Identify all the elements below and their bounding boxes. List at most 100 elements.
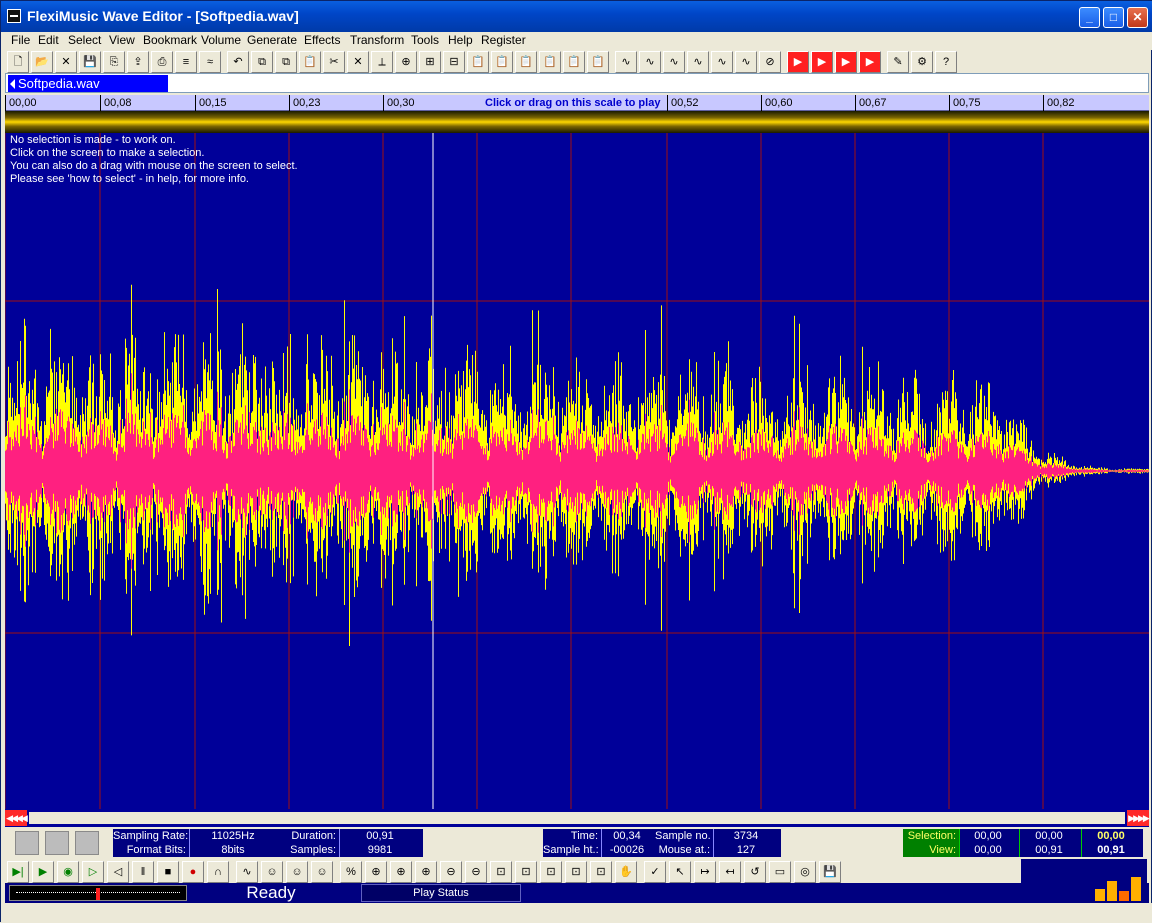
people3-icon[interactable]: ☺ [311, 861, 333, 883]
save-as-icon[interactable]: ⎘ [103, 51, 125, 73]
zoom-in-v-icon[interactable]: ⊕ [365, 861, 387, 883]
menu-file[interactable]: File [11, 33, 30, 47]
channel-box[interactable] [45, 831, 69, 855]
maximize-button[interactable]: □ [1103, 7, 1124, 28]
reverse-icon[interactable]: ∿ [639, 51, 661, 73]
open-icon[interactable]: 📂 [31, 51, 53, 73]
cut-icon[interactable]: ✂ [323, 51, 345, 73]
play-forward-icon[interactable]: ▶ [835, 51, 857, 73]
menu-edit[interactable]: Edit [38, 33, 59, 47]
hand-icon[interactable]: ✋ [615, 861, 637, 883]
normalize-icon[interactable]: ∿ [615, 51, 637, 73]
zoom-prev-icon[interactable]: ⊡ [540, 861, 562, 883]
trim-icon[interactable]: ⟂ [371, 51, 393, 73]
new-file-icon[interactable]: 🗋 [7, 51, 29, 73]
horizontal-scroll[interactable]: ◀◀◀◀ ▶▶▶▶ [5, 809, 1150, 827]
stop-icon[interactable]: ■ [157, 861, 179, 883]
play-end-icon[interactable]: ▶ [859, 51, 881, 73]
mark-start-icon[interactable]: ↦ [694, 861, 716, 883]
copy-new-icon[interactable]: 📋 [539, 51, 561, 73]
scroll-left-icon[interactable]: ◀◀◀◀ [5, 810, 28, 826]
copy-icon[interactable]: ⧉ [251, 51, 273, 73]
save-icon[interactable]: 💾 [79, 51, 101, 73]
paste-icon[interactable]: 📋 [299, 51, 321, 73]
zoom-in2-icon[interactable]: ⊕ [415, 861, 437, 883]
undo-mark-icon[interactable]: ↺ [744, 861, 766, 883]
play-from-start-icon[interactable]: ▶| [7, 861, 29, 883]
waveform-canvas[interactable]: No selection is made - to work on. Click… [4, 133, 1149, 809]
menu-generate[interactable]: Generate [247, 33, 297, 47]
copy2-icon[interactable]: ⧉ [275, 51, 297, 73]
play-next-icon[interactable]: ▶ [811, 51, 833, 73]
channel-box[interactable] [15, 831, 39, 855]
close-file-icon[interactable]: ✕ [55, 51, 77, 73]
menu-effects[interactable]: Effects [304, 33, 340, 47]
replace-icon[interactable]: ⊟ [443, 51, 465, 73]
zoom-out2-icon[interactable]: ⊖ [465, 861, 487, 883]
zoom-fit-icon[interactable]: ⊡ [490, 861, 512, 883]
close-button[interactable]: ✕ [1127, 7, 1148, 28]
loop-icon[interactable]: ∩ [207, 861, 229, 883]
scroll-right-icon[interactable]: ▶▶▶▶ [1127, 810, 1150, 826]
delete-icon[interactable]: ✕ [347, 51, 369, 73]
undo-icon[interactable]: ↶ [227, 51, 249, 73]
print-icon[interactable]: ⎙ [151, 51, 173, 73]
play-icon[interactable]: ▶ [32, 861, 54, 883]
help-icon[interactable]: ? [935, 51, 957, 73]
paste-mix-icon[interactable]: 📋 [587, 51, 609, 73]
record-icon[interactable]: ● [182, 861, 204, 883]
menu-bookmark[interactable]: Bookmark [143, 33, 197, 47]
menu-view[interactable]: View [109, 33, 135, 47]
menu-register[interactable]: Register [481, 33, 526, 47]
zoom-next-icon[interactable]: ⊡ [565, 861, 587, 883]
append-icon[interactable]: 📋 [491, 51, 513, 73]
menu-help[interactable]: Help [448, 33, 473, 47]
spectrum-icon[interactable]: ≈ [199, 51, 221, 73]
select-all-icon[interactable]: ▭ [769, 861, 791, 883]
save-sel-icon[interactable]: 💾 [819, 861, 841, 883]
wave-shape-icon[interactable]: ∿ [236, 861, 258, 883]
app-icon[interactable] [7, 9, 21, 23]
pause-icon[interactable]: ‖ [132, 861, 154, 883]
zoom-in-icon[interactable]: ⊕ [390, 861, 412, 883]
zoom-100-icon[interactable]: % [340, 861, 362, 883]
export-icon[interactable]: ⇪ [127, 51, 149, 73]
amplify-icon[interactable]: ∿ [687, 51, 709, 73]
fade-icon[interactable]: ∿ [663, 51, 685, 73]
file-tab[interactable]: Softpedia.wav [8, 75, 168, 92]
people-icon[interactable]: ☺ [261, 861, 283, 883]
menu-transform[interactable]: Transform [350, 33, 404, 47]
tools-icon[interactable]: ✎ [887, 51, 909, 73]
view-icon[interactable]: ◎ [794, 861, 816, 883]
zoom-sel-icon[interactable]: ⊡ [515, 861, 537, 883]
cursor-icon[interactable]: ↖ [669, 861, 691, 883]
stop-back-icon[interactable]: ◁ [107, 861, 129, 883]
menu-select[interactable]: Select [68, 33, 101, 47]
menu-tools[interactable]: Tools [411, 33, 439, 47]
play-view-icon[interactable]: ◉ [57, 861, 79, 883]
play-all-icon[interactable]: ▶ [787, 51, 809, 73]
mix-icon[interactable]: ⊕ [395, 51, 417, 73]
insert-icon[interactable]: ⊞ [419, 51, 441, 73]
slider-knob[interactable] [96, 888, 100, 900]
echo-icon[interactable]: ∿ [711, 51, 733, 73]
overview-bar[interactable] [5, 111, 1149, 133]
silence-icon[interactable]: ∿ [735, 51, 757, 73]
people2-icon[interactable]: ☺ [286, 861, 308, 883]
menu-volume[interactable]: Volume [201, 33, 241, 47]
options-icon[interactable]: ⚙ [911, 51, 933, 73]
position-slider[interactable] [9, 885, 187, 901]
play-selection-icon[interactable]: ▷ [82, 861, 104, 883]
cancel-icon[interactable]: ⊘ [759, 51, 781, 73]
check-icon[interactable]: ✓ [644, 861, 666, 883]
scroll-track[interactable] [29, 812, 1125, 824]
overwrite-icon[interactable]: 📋 [515, 51, 537, 73]
time-ruler[interactable]: 00,00 00,08 00,15 00,23 00,30 00,52 00,6… [5, 95, 1149, 111]
mark-end-icon[interactable]: ↤ [719, 861, 741, 883]
zoom-full-icon[interactable]: ⊡ [590, 861, 612, 883]
channel-box[interactable] [75, 831, 99, 855]
zoom-out-icon[interactable]: ⊖ [440, 861, 462, 883]
minimize-button[interactable]: _ [1079, 7, 1100, 28]
clipboard-icon[interactable]: 📋 [563, 51, 585, 73]
paste-special-icon[interactable]: 📋 [467, 51, 489, 73]
